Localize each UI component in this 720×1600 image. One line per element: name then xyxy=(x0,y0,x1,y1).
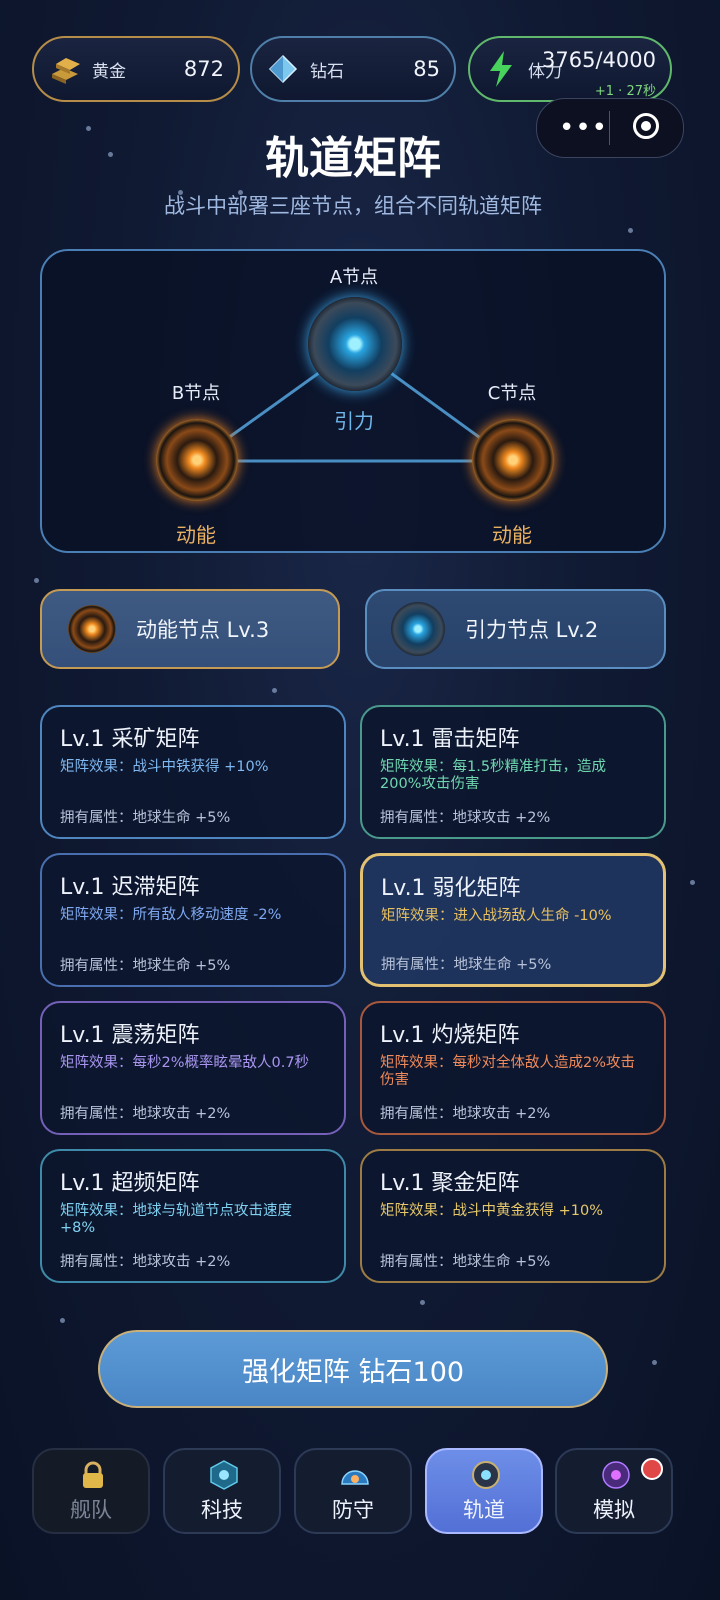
gravity-node-label: 引力节点 Lv.2 xyxy=(465,618,599,642)
kinetic-node-orb[interactable] xyxy=(472,419,554,501)
star xyxy=(34,578,39,583)
card-title: Lv.1 灼烧矩阵 xyxy=(380,1023,520,1048)
tab-label: 舰队 xyxy=(70,1498,112,1522)
star xyxy=(628,228,633,233)
card-attribute: 拥有属性：地球攻击 +2% xyxy=(380,810,551,826)
kinetic-node-orb[interactable] xyxy=(156,419,238,501)
diamond-icon xyxy=(264,50,302,88)
lock-icon xyxy=(83,1461,103,1488)
node-b-label: B节点 xyxy=(171,383,221,404)
card-attribute: 拥有属性：地球生命 +5% xyxy=(381,957,552,973)
card-effect: 矩阵效果：战斗中铁获得 +10% xyxy=(60,759,269,775)
card-effect: 矩阵效果：进入战场敌人生命 -10% xyxy=(381,908,612,924)
node-c-type: 动能 xyxy=(492,523,532,547)
card-title: Lv.1 迟滞矩阵 xyxy=(60,875,200,900)
star xyxy=(690,880,695,885)
card-attribute: 拥有属性：地球生命 +5% xyxy=(60,810,231,826)
card-attribute: 拥有属性：地球攻击 +2% xyxy=(60,1254,231,1270)
tab-tech[interactable]: 科技 xyxy=(163,1448,281,1534)
lightning-icon xyxy=(482,50,520,88)
node-a-label: A节点 xyxy=(329,267,379,288)
card-effect: 矩阵效果：所有敌人移动速度 -2% xyxy=(60,907,282,923)
card-title: Lv.1 雷击矩阵 xyxy=(380,727,520,752)
shield-dome-icon xyxy=(341,1470,369,1485)
tab-label: 模拟 xyxy=(593,1498,635,1522)
tab-label: 防守 xyxy=(332,1498,374,1522)
matrix-card-lightning[interactable]: Lv.1 雷击矩阵 矩阵效果：每1.5秒精准打击，造成200%攻击伤害 拥有属性… xyxy=(360,705,666,839)
diamond-value: 85 xyxy=(413,57,440,81)
upgrade-matrix-button[interactable]: 强化矩阵 钻石100 xyxy=(98,1330,608,1408)
star xyxy=(272,688,277,693)
orbit-node-icon xyxy=(472,1461,500,1489)
matrix-card-mining[interactable]: Lv.1 采矿矩阵 矩阵效果：战斗中铁获得 +10% 拥有属性：地球生命 +5% xyxy=(40,705,346,839)
card-title: Lv.1 聚金矩阵 xyxy=(380,1171,520,1196)
kinetic-node-label: 动能节点 Lv.3 xyxy=(136,618,270,642)
card-title: Lv.1 超频矩阵 xyxy=(60,1171,200,1196)
card-title: Lv.1 采矿矩阵 xyxy=(60,727,200,752)
energy-value: 3765/4000 xyxy=(542,48,656,72)
gravity-node-icon xyxy=(391,602,445,656)
gravity-node-button[interactable]: 引力节点 Lv.2 xyxy=(365,589,666,669)
star xyxy=(652,1360,657,1365)
gold-resource[interactable]: 黄金 872 xyxy=(32,36,240,102)
card-attribute: 拥有属性：地球攻击 +2% xyxy=(380,1106,551,1122)
node-c-label: C节点 xyxy=(487,383,537,404)
card-title: Lv.1 弱化矩阵 xyxy=(381,876,521,901)
diamond-resource[interactable]: 钻石 85 xyxy=(250,36,456,102)
kinetic-node-icon xyxy=(68,605,116,653)
tab-label: 科技 xyxy=(201,1498,243,1522)
tab-fleet[interactable]: 舰队 xyxy=(32,1448,150,1534)
matrix-card-slow[interactable]: Lv.1 迟滞矩阵 矩阵效果：所有敌人移动速度 -2% 拥有属性：地球生命 +5… xyxy=(40,853,346,987)
kinetic-node-button[interactable]: 动能节点 Lv.3 xyxy=(40,589,340,669)
notification-badge xyxy=(641,1458,663,1480)
star xyxy=(420,1300,425,1305)
gravity-node-orb[interactable] xyxy=(308,297,402,391)
card-attribute: 拥有属性：地球攻击 +2% xyxy=(60,1106,231,1122)
card-effect: 矩阵效果：每1.5秒精准打击，造成200%攻击伤害 xyxy=(380,759,607,792)
star xyxy=(60,1318,65,1323)
node-b-type: 动能 xyxy=(176,523,216,547)
matrix-panel: A节点 引力 B节点 动能 C节点 动能 xyxy=(40,249,666,553)
card-attribute: 拥有属性：地球生命 +5% xyxy=(60,958,231,974)
matrix-card-overclock[interactable]: Lv.1 超频矩阵 矩阵效果：地球与轨道节点攻击速度 +8% 拥有属性：地球攻击… xyxy=(40,1149,346,1283)
card-effect: 矩阵效果：每秒对全体敌人造成2%攻击伤害 xyxy=(380,1055,636,1088)
tech-hex-icon xyxy=(210,1460,238,1490)
matrix-card-gold[interactable]: Lv.1 聚金矩阵 矩阵效果：战斗中黄金获得 +10% 拥有属性：地球生命 +5… xyxy=(360,1149,666,1283)
energy-resource[interactable]: 体力 3765/4000 +1 · 27秒 xyxy=(468,36,672,102)
tab-simulate[interactable]: 模拟 xyxy=(555,1448,673,1534)
energy-regen-timer: +1 · 27秒 xyxy=(594,84,656,99)
card-attribute: 拥有属性：地球生命 +5% xyxy=(380,1254,551,1270)
diamond-label: 钻石 xyxy=(310,61,344,82)
page-title: 轨道矩阵 xyxy=(265,133,441,184)
card-title: Lv.1 震荡矩阵 xyxy=(60,1023,200,1048)
node-a-type: 引力 xyxy=(334,409,374,433)
card-effect: 矩阵效果：战斗中黄金获得 +10% xyxy=(380,1203,603,1219)
tab-orbit[interactable]: 轨道 xyxy=(425,1448,543,1534)
tab-label: 轨道 xyxy=(463,1498,505,1522)
gold-label: 黄金 xyxy=(92,61,126,82)
tab-defense[interactable]: 防守 xyxy=(294,1448,412,1534)
gold-value: 872 xyxy=(183,57,224,81)
simulate-sphere-icon xyxy=(602,1461,630,1489)
card-effect: 矩阵效果：每秒2%概率眩晕敌人0.7秒 xyxy=(60,1055,310,1071)
page-subtitle: 战斗中部署三座节点，组合不同轨道矩阵 xyxy=(164,194,542,218)
matrix-card-weaken[interactable]: Lv.1 弱化矩阵 矩阵效果：进入战场敌人生命 -10% 拥有属性：地球生命 +… xyxy=(360,853,666,987)
matrix-card-shock[interactable]: Lv.1 震荡矩阵 矩阵效果：每秒2%概率眩晕敌人0.7秒 拥有属性：地球攻击 … xyxy=(40,1001,346,1135)
card-effect: 矩阵效果：地球与轨道节点攻击速度 +8% xyxy=(60,1203,292,1236)
gold-bars-icon xyxy=(46,50,84,88)
matrix-card-burn[interactable]: Lv.1 灼烧矩阵 矩阵效果：每秒对全体敌人造成2%攻击伤害 拥有属性：地球攻击… xyxy=(360,1001,666,1135)
